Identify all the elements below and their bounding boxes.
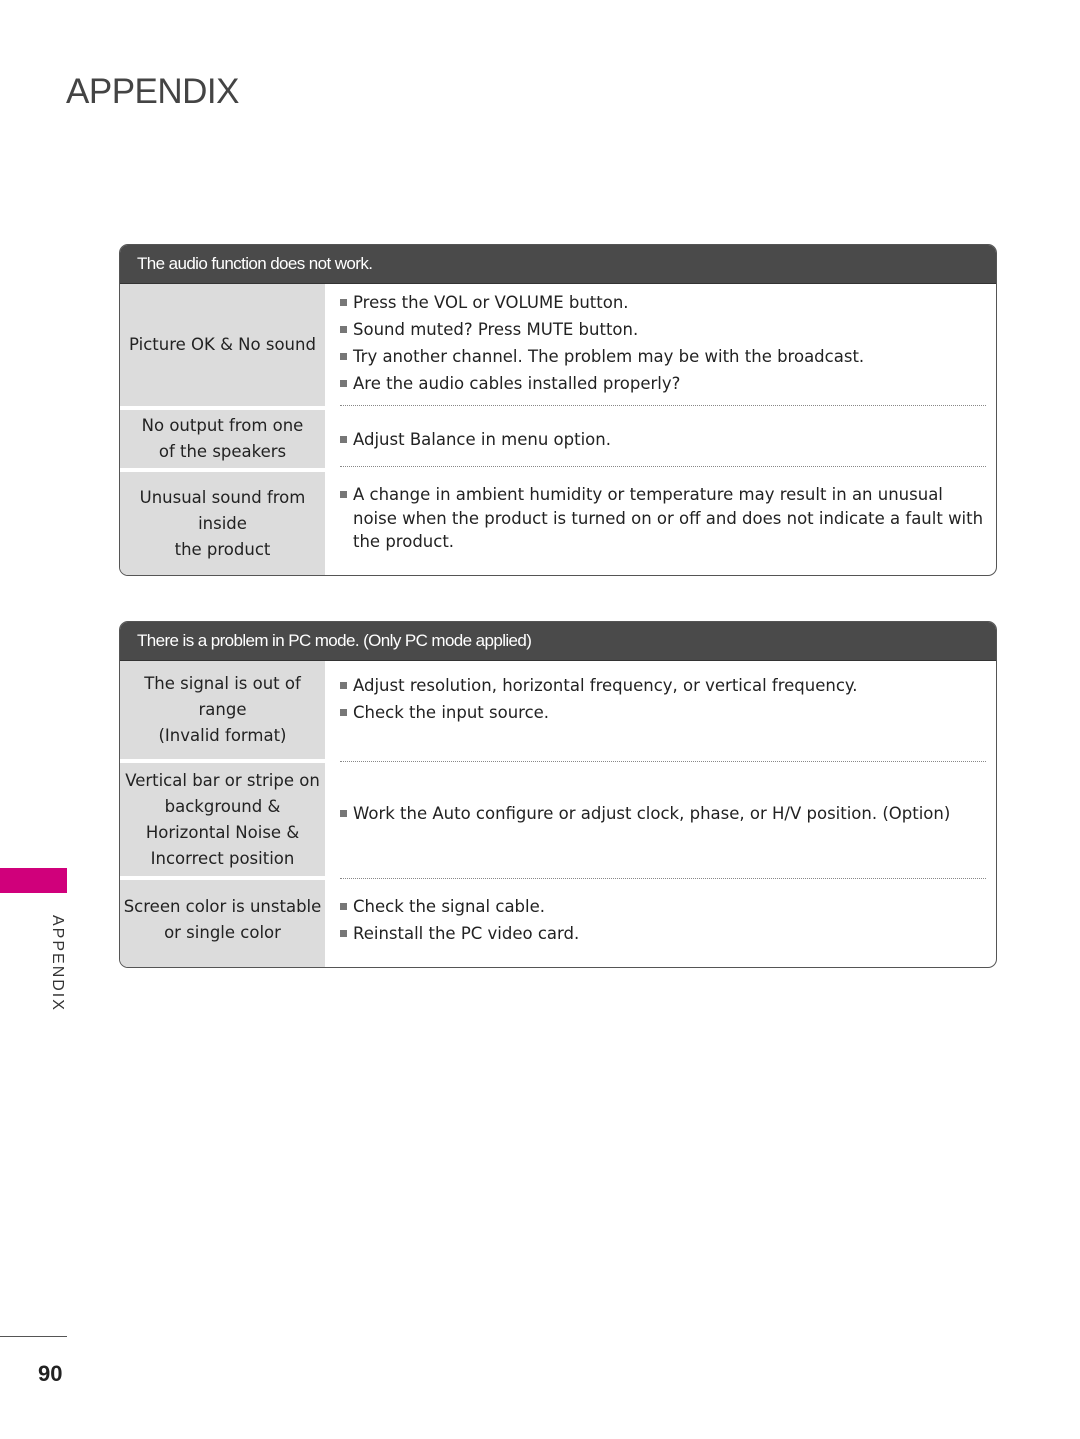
symptom-cell: The signal is out of range (Invalid form… [120,661,325,759]
symptom-text: Picture OK & No sound [129,335,316,354]
symptom-text: (Invalid format) [158,726,287,745]
square-bullet-icon [340,436,347,443]
solution-item: Press the VOL or VOLUME button. [340,289,986,316]
square-bullet-icon [340,326,347,333]
solution-cell: Adjust Balance in menu option. [340,410,986,467]
symptom-text: Vertical bar or stripe on [125,770,320,790]
solution-item: Reinstall the PC video card. [340,920,986,947]
symptom-text: background & [164,796,281,816]
audio-troubleshooting-table: The audio function does not work. Pictur… [119,244,997,576]
solution-cell: Work the Auto configure or adjust clock,… [340,763,986,879]
solution-item: Try another channel. The problem may be … [340,343,986,370]
symptom-text: the product [174,539,271,559]
solution-item: Work the Auto configure or adjust clock,… [340,800,950,827]
symptom-cell: Screen color is unstable or single color [120,880,325,967]
square-bullet-icon [340,709,347,716]
section-header: The audio function does not work. [120,245,996,284]
table-row: Picture OK & No sound Press the VOL or V… [120,284,996,406]
footer-divider [0,1336,67,1337]
square-bullet-icon [340,380,347,387]
square-bullet-icon [340,930,347,937]
solution-item: A change in ambient humidity or temperat… [340,483,986,554]
table-row: Screen color is unstable or single color… [120,880,996,967]
square-bullet-icon [340,810,347,817]
symptom-text: or single color [164,923,281,942]
section-color-tab [0,868,67,893]
table-row: Vertical bar or stripe on background & H… [120,763,996,879]
symptom-text: Horizontal Noise & [145,822,300,842]
solution-item: Are the audio cables installed properly? [340,370,986,397]
square-bullet-icon [340,491,347,498]
table-row: No output from one of the speakers Adjus… [120,410,996,468]
symptom-text: inside [198,513,247,533]
pc-mode-troubleshooting-table: There is a problem in PC mode. (Only PC … [119,621,997,968]
symptom-cell: Picture OK & No sound [120,284,325,406]
symptom-text: Incorrect position [150,848,295,868]
symptom-cell: Unusual sound from inside the product [120,472,325,575]
solution-item: Adjust Balance in menu option. [340,426,611,453]
symptom-cell: Vertical bar or stripe on background & H… [120,763,325,876]
table-row: Unusual sound from inside the product A … [120,472,996,575]
section-header: There is a problem in PC mode. (Only PC … [120,622,996,661]
square-bullet-icon [340,903,347,910]
solution-cell: Adjust resolution, horizontal frequency,… [340,661,986,762]
side-section-label: APPENDIX [49,915,66,1012]
symptom-text: The signal is out of range [144,674,301,719]
solution-cell: A change in ambient humidity or temperat… [340,472,986,575]
symptom-text: Screen color is unstable [123,897,322,916]
solution-item: Check the input source. [340,699,986,726]
symptom-cell: No output from one of the speakers [120,410,325,468]
symptom-text: of the speakers [158,442,287,461]
page-number: 90 [38,1361,63,1386]
square-bullet-icon [340,299,347,306]
solution-cell: Check the signal cable. Reinstall the PC… [340,880,986,967]
square-bullet-icon [340,682,347,689]
table-row: The signal is out of range (Invalid form… [120,661,996,762]
symptom-text: Unusual sound from [139,487,306,507]
solution-item: Adjust resolution, horizontal frequency,… [340,672,986,699]
solution-cell: Press the VOL or VOLUME button. Sound mu… [340,284,986,406]
page-title: APPENDIX [66,72,240,111]
solution-item: Check the signal cable. [340,893,986,920]
symptom-text: No output from one [141,416,304,435]
square-bullet-icon [340,353,347,360]
solution-item: Sound muted? Press MUTE button. [340,316,986,343]
